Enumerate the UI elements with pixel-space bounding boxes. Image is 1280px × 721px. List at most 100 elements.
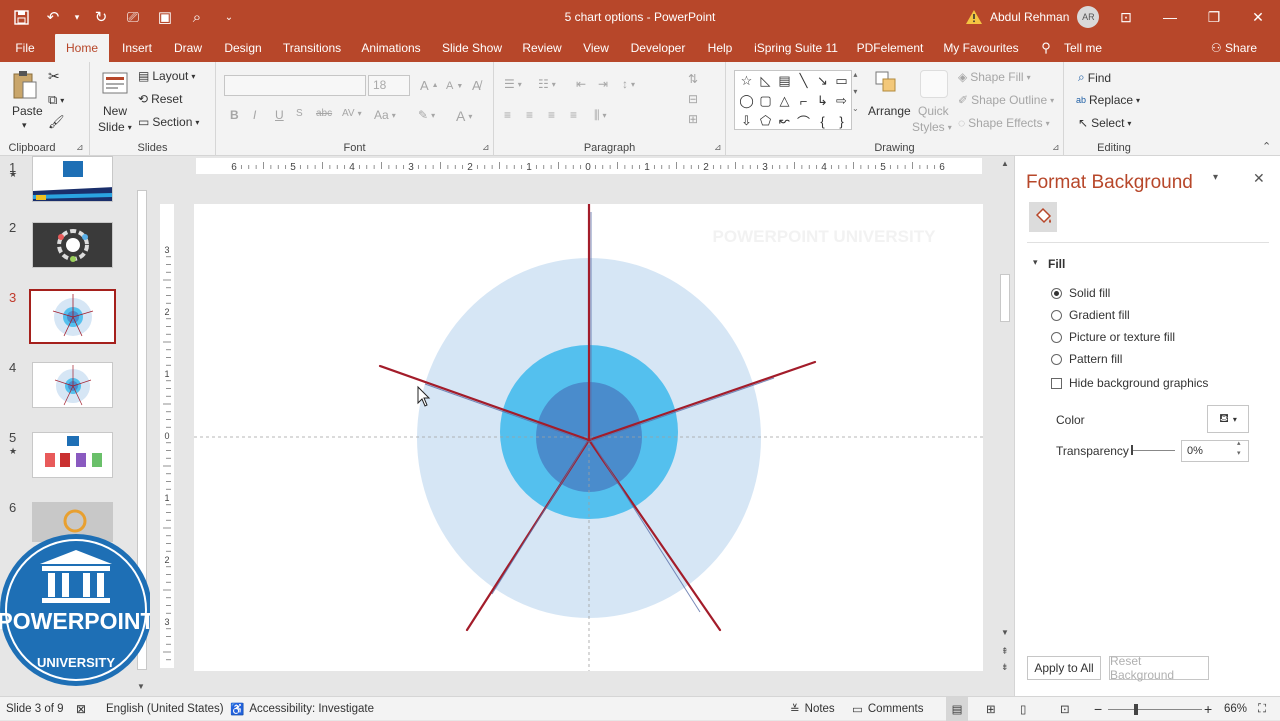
dialog-launcher-icon[interactable]: ⊿ — [76, 142, 84, 153]
brace-shape-icon[interactable]: { — [813, 111, 832, 131]
accessibility-button[interactable]: ♿ Accessibility: Investigate — [230, 697, 374, 721]
line-shape-icon[interactable]: ╲ — [794, 71, 813, 91]
paste-dropdown-icon[interactable]: ▾ — [22, 120, 27, 131]
align-right-icon[interactable]: ≡ — [548, 108, 555, 122]
user-area[interactable]: Abdul Rehman AR — [966, 0, 1100, 34]
vertical-ruler[interactable]: 3 2 1 0 1 2 3 — [160, 204, 174, 668]
paste-button[interactable]: Paste — [12, 104, 43, 118]
tab-insert[interactable]: Insert — [117, 34, 157, 62]
normal-view-icon[interactable]: ▤ — [946, 697, 968, 721]
select-button[interactable]: ↖ Select ▾ — [1078, 116, 1131, 130]
arrange-button[interactable]: Arrange — [868, 104, 911, 118]
quick-styles-button[interactable]: Styles ▾ — [912, 120, 952, 134]
zoom-slider[interactable] — [1108, 697, 1202, 721]
tab-developer[interactable]: Developer — [627, 34, 689, 62]
slide-thumbnail-4[interactable] — [32, 362, 113, 408]
tab-draw[interactable]: Draw — [170, 34, 206, 62]
collapse-ribbon-icon[interactable]: ⌃ — [1262, 140, 1271, 153]
tab-home[interactable]: Home — [55, 34, 109, 62]
slide-scroll-thumb[interactable] — [1000, 274, 1010, 322]
tab-my-favourites[interactable]: My Favourites — [938, 34, 1024, 62]
screenshot-icon[interactable]: ⌕ — [184, 4, 210, 30]
shadow-button[interactable]: S — [296, 108, 303, 119]
minimize-icon[interactable]: — — [1148, 0, 1192, 34]
font-color-button[interactable]: A ▾ — [456, 108, 472, 124]
shapes-gallery[interactable]: ☆ ◺ ▤ ╲ ↘ ▭ ◯ ▢ △ ⌐ ↳ ⇨ ⇩ ⬠ ↜ ⌒{} — [734, 70, 852, 130]
slide-scrollbar[interactable]: ▲ ▼ ⇞ ⇟ — [998, 156, 1012, 696]
font-name-combo[interactable] — [224, 75, 366, 96]
picture-fill-radio[interactable] — [1051, 331, 1062, 343]
slide-thumbnail-1[interactable] — [32, 156, 113, 202]
slideshow-view-icon[interactable]: ⊡ — [1060, 697, 1070, 721]
customize-icon[interactable]: ⌄ — [216, 4, 242, 30]
zoom-out-icon[interactable]: − — [1094, 697, 1102, 721]
quick-styles-icon[interactable] — [920, 70, 948, 98]
slide-canvas[interactable]: POWERPOINT UNIVERSITY — [164, 184, 994, 721]
layout-button[interactable]: ▤ Layout ▾ — [138, 69, 195, 83]
reset-button[interactable]: ⟲ Reset — [138, 92, 182, 106]
highlight-icon[interactable]: ✎ ▾ — [418, 108, 435, 122]
redo-icon[interactable]: ↻ — [88, 4, 114, 30]
present-icon[interactable]: ⎚ — [120, 4, 146, 30]
pattern-fill-radio[interactable] — [1051, 353, 1062, 365]
dialog-launcher-icon[interactable]: ⊿ — [482, 142, 490, 153]
tab-pdfelement[interactable]: PDFelement — [852, 34, 928, 62]
italic-button[interactable]: I — [253, 108, 256, 122]
columns-icon[interactable]: ⫼ ▾ — [594, 108, 607, 123]
font-size-combo[interactable]: 18 — [368, 75, 410, 96]
tab-ispring[interactable]: iSpring Suite 11 — [750, 34, 842, 62]
dialog-launcher-icon[interactable]: ⊿ — [714, 142, 722, 153]
elbow-arrow-icon[interactable]: ↳ — [813, 91, 832, 111]
strikethrough-button[interactable]: abc — [316, 108, 332, 119]
language[interactable]: English (United States) — [106, 697, 224, 721]
change-case-button[interactable]: Aa ▾ — [374, 108, 396, 122]
smartart-icon[interactable]: ⊞ — [688, 112, 698, 126]
previous-slide-icon[interactable]: ⇞ — [1001, 646, 1009, 657]
justify-icon[interactable]: ≡ — [570, 108, 577, 122]
oval-shape-icon[interactable]: ◯ — [737, 91, 756, 111]
bold-button[interactable]: B — [230, 108, 239, 122]
chevron-down-icon[interactable]: ▾ — [72, 4, 82, 30]
align-text-icon[interactable]: ⊟ — [688, 92, 698, 106]
solid-fill-radio[interactable] — [1051, 287, 1062, 299]
next-slide-icon[interactable]: ⇟ — [1001, 662, 1009, 673]
comments-button[interactable]: ▭ Comments — [852, 697, 923, 721]
pane-options-icon[interactable]: ▾ — [1213, 172, 1218, 183]
arrange-icon[interactable] — [874, 70, 900, 98]
clear-format-icon[interactable]: A̸ — [472, 78, 481, 93]
reading-view-icon[interactable]: ▯ — [1020, 697, 1026, 721]
star-shape-icon[interactable]: ☆ — [737, 71, 756, 91]
increase-indent-icon[interactable]: ⇥ — [598, 77, 608, 91]
arc-shape-icon[interactable]: ⌒ — [794, 111, 813, 131]
tab-design[interactable]: Design — [220, 34, 266, 62]
gradient-fill-option[interactable]: Gradient fill — [1051, 308, 1130, 322]
hide-graphics-option[interactable]: Hide background graphics — [1051, 376, 1208, 390]
zoom-in-icon[interactable]: + — [1204, 697, 1212, 721]
find-button[interactable]: ⌕ Find — [1078, 70, 1111, 85]
arrow-line-icon[interactable]: ↘ — [813, 71, 832, 91]
pattern-fill-option[interactable]: Pattern fill — [1051, 352, 1122, 366]
close-icon[interactable]: ✕ — [1236, 0, 1280, 34]
slide-thumbnail-2[interactable] — [32, 222, 113, 268]
avatar[interactable]: AR — [1077, 6, 1100, 28]
copy-icon[interactable]: ⧉ ▾ — [48, 92, 64, 108]
restore-icon[interactable]: ❐ — [1192, 0, 1236, 34]
tab-review[interactable]: Review — [518, 34, 566, 62]
down-arrow-icon[interactable]: ⇩ — [737, 111, 756, 131]
zoom-slider-thumb[interactable] — [1134, 703, 1138, 715]
share-button[interactable]: ⚇ Share — [1206, 34, 1262, 62]
shape-fill-button[interactable]: ◈ Shape Fill ▾ — [958, 70, 1031, 84]
scroll-up-icon[interactable]: ▲ — [1001, 159, 1009, 168]
new-slide-label-1[interactable]: New — [103, 104, 127, 118]
slide-thumbnail-3[interactable] — [29, 289, 116, 344]
dialog-launcher-icon[interactable]: ⊿ — [1052, 142, 1060, 153]
hide-graphics-checkbox[interactable] — [1051, 377, 1062, 389]
align-left-icon[interactable]: ≡ — [504, 108, 511, 122]
tab-view[interactable]: View — [578, 34, 614, 62]
right-arrow-icon[interactable]: ⇨ — [832, 91, 851, 111]
curve-shape-icon[interactable]: ↜ — [775, 111, 794, 131]
pentagon-shape-icon[interactable]: ⬠ — [756, 111, 775, 131]
tab-file[interactable]: File — [8, 34, 42, 62]
paste-icon[interactable] — [12, 70, 38, 100]
notes-button[interactable]: ≚ Notes — [790, 697, 835, 721]
